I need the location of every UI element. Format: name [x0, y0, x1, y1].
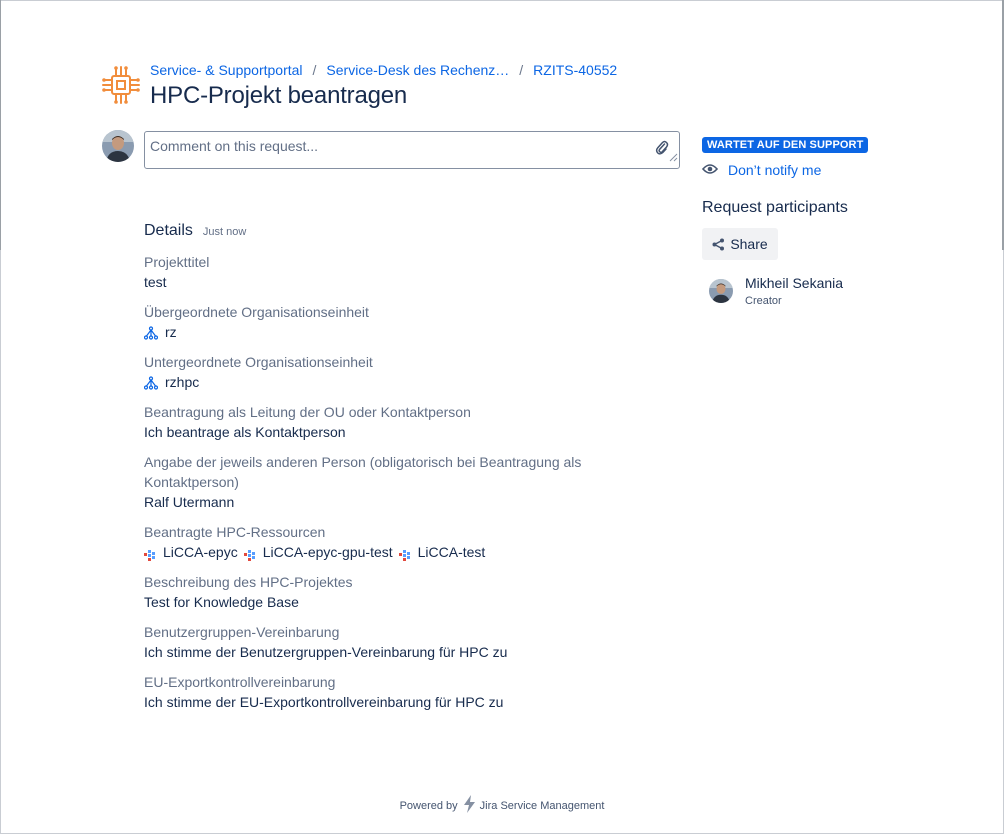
resource-item: LiCCA-epyc: [144, 542, 238, 562]
resource-item: LiCCA-test: [398, 542, 486, 562]
field-value: test: [144, 274, 167, 290]
notify-label: Don’t notify me: [728, 162, 822, 178]
breadcrumb-separator: /: [312, 62, 317, 78]
resource-list: LiCCA-epyc LiCCA-epyc-gpu-test LiCCA-tes…: [144, 542, 644, 562]
field-other-person: Angabe der jeweils anderen Person (oblig…: [144, 452, 644, 512]
org-hierarchy-icon: [143, 325, 159, 340]
field-value: Ich stimme der Benutzergruppen-Vereinbar…: [144, 644, 508, 660]
participant-name: Mikheil Sekania: [745, 275, 844, 291]
breadcrumb-ticket-link[interactable]: RZITS-40552: [533, 62, 617, 78]
participant-role: Creator: [745, 295, 782, 307]
breadcrumb-portal-link[interactable]: Service- & Supportportal: [150, 62, 303, 78]
field-value: rz: [165, 324, 177, 340]
jira-bolt-icon: [462, 795, 476, 816]
frame-edge-left: [0, 0, 1, 250]
field-value: Ich beantrage als Kontaktperson: [144, 424, 346, 440]
resource-icon: [243, 546, 256, 561]
field-projekttitel: Projekttitel test: [144, 252, 644, 292]
comment-placeholder: Comment on this request...: [150, 138, 319, 154]
details-timestamp: Just now: [202, 226, 247, 238]
field-parent-org-unit: Übergeordnete Organisationseinheit rz: [143, 302, 644, 342]
field-label: Projekttitel: [144, 254, 210, 270]
portal-logo-chip-icon: [100, 64, 142, 106]
field-label: EU-Exportkontrollvereinbarung: [144, 674, 336, 690]
page-title: HPC-Projekt beantragen: [150, 82, 408, 109]
field-value: rzhpc: [165, 374, 200, 390]
participants-heading: Request participants: [702, 199, 848, 216]
field-application-role: Beantragung als Leitung der OU oder Kont…: [144, 402, 644, 442]
field-value: Ich stimme der EU-Exportkontrollvereinba…: [144, 694, 504, 710]
resource-icon: [144, 546, 156, 561]
details-heading: Details: [144, 222, 193, 239]
resource-label: LiCCA-test: [417, 544, 486, 560]
share-icon: [712, 238, 725, 250]
resource-item: LiCCA-epyc-gpu-test: [243, 542, 393, 562]
field-child-org-unit: Untergeordnete Organisationseinheit rzhp…: [143, 352, 644, 392]
field-value: Ralf Utermann: [144, 494, 235, 510]
org-hierarchy-icon: [143, 375, 159, 390]
resource-label: LiCCA-epyc-gpu-test: [262, 544, 393, 560]
field-value-row: rz: [143, 322, 644, 342]
current-user-avatar[interactable]: [102, 130, 134, 162]
field-label: Übergeordnete Organisationseinheit: [144, 304, 369, 320]
footer: Powered by Jira Service Management: [0, 795, 1004, 816]
breadcrumb: Service- & Supportportal / Service-Desk …: [150, 62, 617, 78]
footer-powered-by: Powered by: [399, 799, 458, 812]
resource-icon: [398, 546, 411, 561]
field-label-continued: Kontaktperson): [144, 474, 239, 490]
eye-icon: [701, 162, 719, 178]
breadcrumb-separator: /: [519, 62, 524, 78]
field-project-description: Beschreibung des HPC-Projektes Test for …: [144, 572, 644, 612]
footer-product-link[interactable]: Jira Service Management: [480, 800, 605, 812]
comment-input[interactable]: Comment on this request...: [144, 131, 680, 169]
field-label: Beantragung als Leitung der OU oder Kont…: [144, 404, 471, 420]
status-badge: WARTET AUF DEN SUPPORT: [702, 137, 869, 153]
field-value: Test for Knowledge Base: [144, 594, 299, 610]
field-hpc-resources: Beantragte HPC-Ressourcen LiCCA-epyc LiC: [144, 522, 644, 562]
share-button[interactable]: Share: [702, 228, 778, 260]
field-user-group-agreement: Benutzergruppen-Vereinbarung Ich stimme …: [144, 622, 644, 662]
resize-grip-icon[interactable]: [669, 149, 678, 167]
field-export-control-agreement: EU-Exportkontrollvereinbarung Ich stimme…: [144, 672, 644, 712]
attachment-icon[interactable]: [655, 140, 669, 161]
field-label: Untergeordnete Organisationseinheit: [144, 354, 373, 370]
field-label: Benutzergruppen-Vereinbarung: [144, 624, 340, 640]
field-label: Beantragte HPC-Ressourcen: [144, 524, 326, 540]
field-value-row: rzhpc: [143, 372, 644, 392]
breadcrumb-service-desk-link[interactable]: Service-Desk des Rechenz…: [326, 62, 509, 78]
field-label: Beschreibung des HPC-Projektes: [144, 574, 353, 590]
field-label: Angabe der jeweils anderen Person (oblig…: [144, 454, 582, 470]
details-header: Details Just now: [144, 222, 246, 240]
share-label: Share: [730, 236, 768, 252]
participant-avatar[interactable]: [709, 279, 733, 303]
resource-label: LiCCA-epyc: [163, 544, 238, 560]
notify-toggle-link[interactable]: Don’t notify me: [701, 162, 822, 178]
